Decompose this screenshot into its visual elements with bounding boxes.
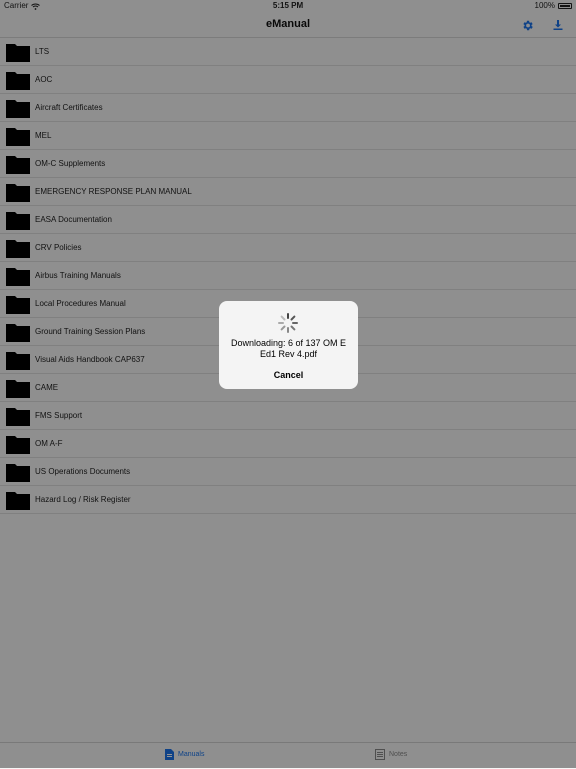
- download-status-message: Downloading: 6 of 137 OM E Ed1 Rev 4.pdf: [230, 338, 347, 359]
- spinner-icon: [278, 313, 298, 333]
- cancel-button[interactable]: Cancel: [219, 370, 358, 380]
- download-progress-alert: Downloading: 6 of 137 OM E Ed1 Rev 4.pdf…: [219, 301, 358, 389]
